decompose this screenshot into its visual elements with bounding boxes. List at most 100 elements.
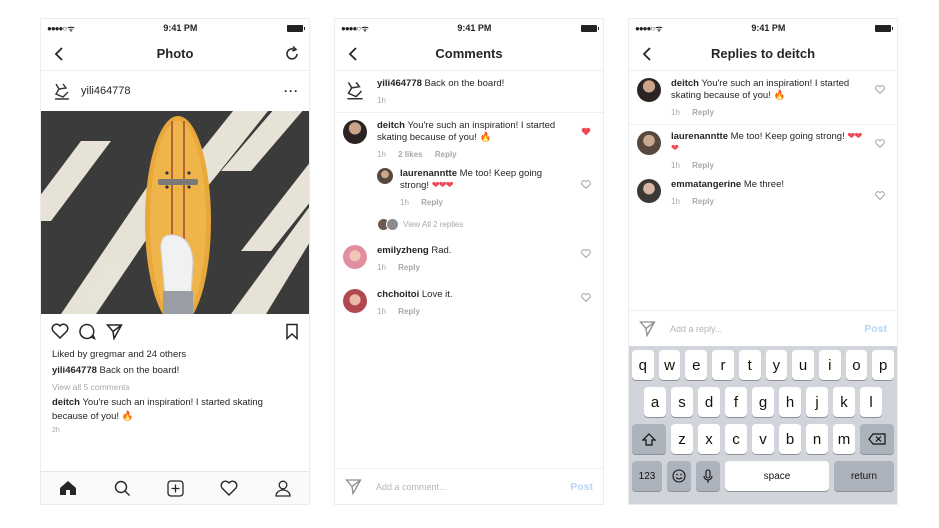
comment-username[interactable]: yili464778 [377, 78, 422, 89]
emoji-key-icon[interactable] [667, 461, 691, 491]
heart-icon[interactable] [581, 180, 591, 190]
liked-by[interactable]: Liked by gregmar and 24 others [41, 348, 309, 362]
comment-icon[interactable] [79, 323, 96, 340]
avatar[interactable] [637, 78, 661, 102]
avatar[interactable] [377, 168, 393, 184]
share-icon[interactable] [106, 323, 123, 340]
key-y[interactable]: y [765, 350, 788, 380]
heart-icon[interactable] [581, 249, 591, 259]
list-item: deitch You're such an inspiration! I sta… [335, 113, 603, 166]
bookmark-icon[interactable] [285, 323, 299, 340]
keyboard-row-3: z x c v b n m [632, 424, 894, 454]
key-f[interactable]: f [725, 387, 747, 417]
numbers-key[interactable]: 123 [632, 461, 662, 491]
avatar[interactable] [343, 78, 367, 102]
key-u[interactable]: u [792, 350, 814, 380]
shift-key-icon[interactable] [632, 424, 666, 454]
post-username[interactable]: yili464778 [81, 85, 284, 97]
comment-time: 1h [400, 198, 409, 207]
post-button[interactable]: Post [864, 323, 887, 335]
search-icon[interactable] [114, 480, 131, 497]
refresh-icon[interactable] [283, 45, 301, 63]
comment-text: Love it. [421, 289, 453, 300]
key-d[interactable]: d [698, 387, 720, 417]
back-icon[interactable] [639, 45, 657, 63]
key-x[interactable]: x [698, 424, 720, 454]
home-icon[interactable] [59, 480, 77, 496]
avatar[interactable] [343, 120, 367, 144]
send-icon [345, 478, 362, 495]
comment-username[interactable]: deitch [671, 78, 699, 89]
likes-count[interactable]: 2 likes [398, 150, 422, 159]
add-post-icon[interactable] [167, 479, 184, 497]
comment-username[interactable]: emilyzheng [377, 245, 429, 256]
reply-button[interactable]: Reply [692, 197, 714, 206]
reply-button[interactable]: Reply [398, 307, 420, 316]
key-q[interactable]: q [631, 350, 654, 380]
key-r[interactable]: r [712, 350, 734, 380]
key-z[interactable]: z [671, 424, 693, 454]
key-i[interactable]: i [818, 350, 841, 380]
view-all-replies[interactable]: View All 2 replies [335, 214, 603, 235]
reply-button[interactable]: Reply [421, 198, 443, 207]
activity-heart-icon[interactable] [220, 480, 238, 496]
view-all-replies-label[interactable]: View All 2 replies [403, 220, 463, 229]
reply-input[interactable]: Add a reply... [670, 324, 864, 334]
key-j[interactable]: j [806, 387, 828, 417]
back-icon[interactable] [51, 45, 69, 63]
key-m[interactable]: m [833, 424, 855, 454]
key-c[interactable]: c [725, 424, 747, 454]
key-a[interactable]: a [644, 387, 666, 417]
key-e[interactable]: e [685, 350, 708, 380]
key-g[interactable]: g [752, 387, 774, 417]
key-o[interactable]: o [845, 350, 868, 380]
status-time: 9:41 PM [457, 23, 492, 33]
heart-icon[interactable] [875, 85, 885, 95]
comment-time: 1h [377, 307, 386, 316]
key-p[interactable]: p [872, 350, 895, 380]
heart-icon[interactable] [875, 191, 885, 201]
key-h[interactable]: h [779, 387, 801, 417]
comment-username[interactable]: laurenanntte [400, 168, 457, 179]
post-photo[interactable] [41, 111, 309, 314]
key-s[interactable]: s [671, 387, 693, 417]
comment-username[interactable]: chchoitoi [377, 289, 419, 300]
avatar[interactable] [343, 245, 367, 269]
page-title: Comments [435, 46, 503, 61]
profile-icon[interactable] [275, 480, 291, 497]
reply-button[interactable]: Reply [692, 161, 714, 170]
back-icon[interactable] [345, 45, 363, 63]
comment-username[interactable]: deitch [377, 120, 405, 131]
avatar[interactable] [637, 179, 661, 203]
reply-button[interactable]: Reply [692, 108, 714, 117]
view-all-comments[interactable]: View all 5 comments [41, 380, 309, 394]
space-key[interactable]: space [725, 461, 829, 491]
heart-icon[interactable] [51, 323, 69, 339]
avatar[interactable] [51, 80, 73, 102]
comment-username[interactable]: laurenanntte [671, 131, 728, 142]
comment-username[interactable]: deitch [52, 397, 80, 408]
microphone-key-icon[interactable] [696, 461, 720, 491]
post-button[interactable]: Post [570, 481, 593, 493]
key-v[interactable]: v [752, 424, 774, 454]
key-t[interactable]: t [738, 350, 761, 380]
key-w[interactable]: w [658, 350, 681, 380]
heart-icon[interactable] [581, 293, 591, 303]
heart-icon[interactable] [875, 139, 885, 149]
key-b[interactable]: b [779, 424, 801, 454]
reply-button[interactable]: Reply [435, 150, 457, 159]
liked-heart-icon[interactable] [581, 127, 591, 137]
delete-key-icon[interactable] [860, 424, 894, 454]
return-key[interactable]: return [834, 461, 894, 491]
key-k[interactable]: k [833, 387, 855, 417]
avatar[interactable] [637, 131, 661, 155]
caption-username[interactable]: yili464778 [52, 365, 97, 376]
comment-username[interactable]: emmatangerine [671, 179, 741, 190]
key-n[interactable]: n [806, 424, 828, 454]
reply-button[interactable]: Reply [398, 263, 420, 272]
comment-text: Rad. [431, 245, 452, 256]
key-l[interactable]: l [860, 387, 882, 417]
comment-input[interactable]: Add a comment... [376, 482, 570, 492]
avatar[interactable] [343, 289, 367, 313]
more-options-icon[interactable]: ··· [284, 84, 299, 98]
